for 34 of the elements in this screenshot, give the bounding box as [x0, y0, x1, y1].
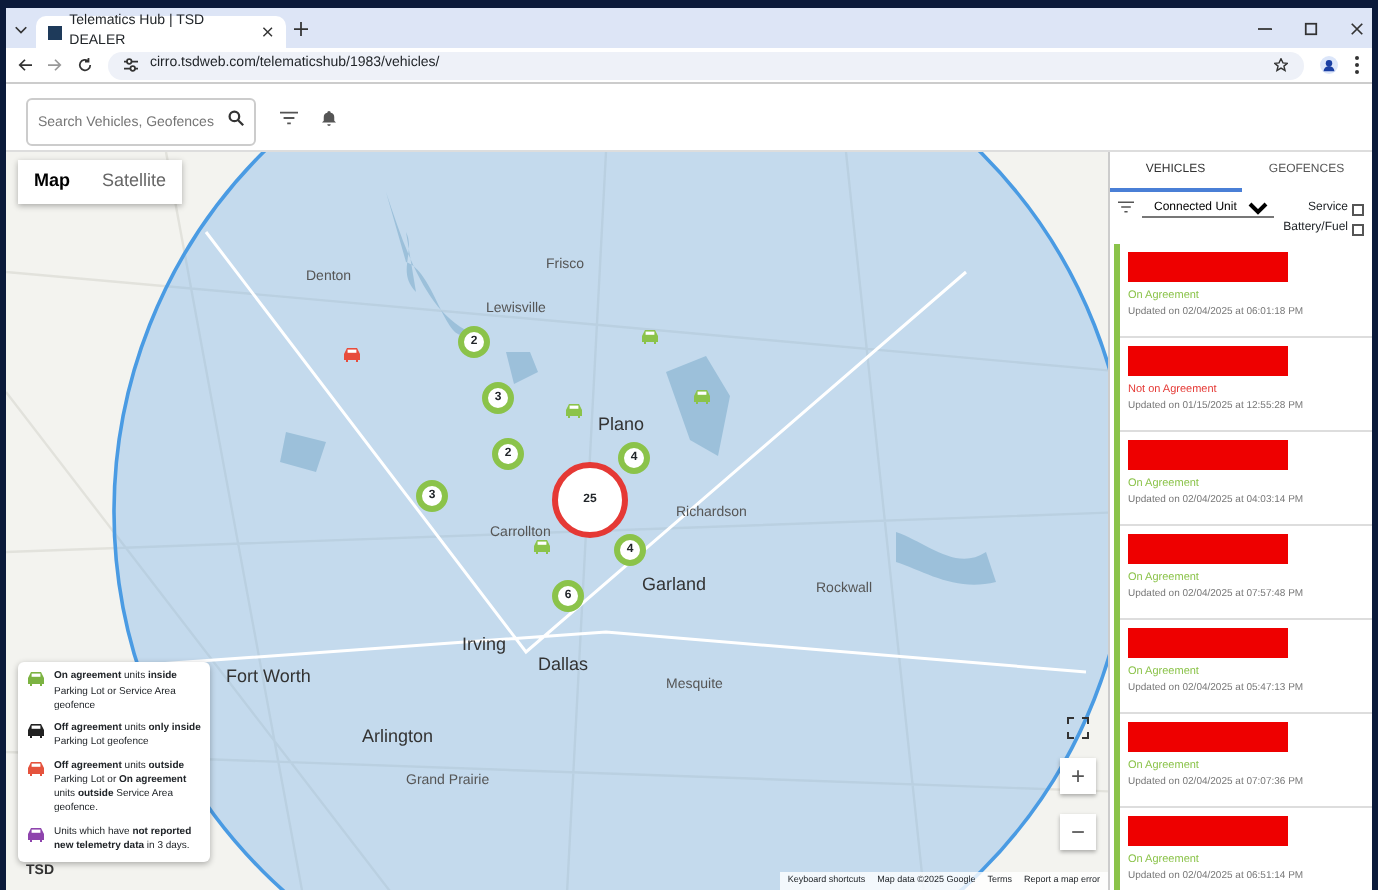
close-icon[interactable] — [1350, 21, 1364, 35]
new-tab-icon[interactable] — [294, 21, 308, 35]
place-label: Fort Worth — [226, 664, 311, 690]
star-icon[interactable] — [1274, 58, 1288, 72]
tab-list-icon[interactable] — [14, 21, 28, 35]
more-icon[interactable] — [1354, 56, 1360, 74]
vehicle-marker-icon[interactable] — [692, 387, 712, 404]
back-icon[interactable] — [18, 58, 32, 72]
place-label: Garland — [642, 572, 707, 598]
checkbox[interactable] — [1352, 203, 1364, 215]
fullscreen-icon[interactable] — [1066, 716, 1090, 740]
place-label: Dallas — [538, 652, 589, 678]
place-label: Irving — [462, 632, 507, 658]
map-type-tab[interactable]: Map — [18, 160, 86, 203]
reload-icon[interactable] — [78, 58, 92, 72]
close-tab-icon[interactable] — [262, 26, 274, 38]
checkbox[interactable] — [1352, 223, 1364, 235]
filter-icon[interactable] — [1118, 200, 1134, 214]
vehicle-marker-icon[interactable] — [640, 327, 660, 344]
zoom-in-button[interactable]: + — [1060, 758, 1096, 794]
vehicle-marker-icon[interactable] — [342, 345, 362, 362]
zoom-out-button[interactable]: − — [1060, 814, 1096, 850]
filter-icon[interactable] — [280, 109, 298, 125]
search-icon[interactable] — [228, 109, 244, 125]
profile-icon[interactable] — [1320, 56, 1338, 74]
forward-icon[interactable] — [48, 58, 62, 72]
bell-icon[interactable] — [322, 109, 336, 125]
vehicle-marker-icon[interactable] — [532, 537, 552, 554]
maximize-icon[interactable] — [1304, 21, 1318, 35]
favicon-icon — [48, 25, 62, 39]
place-label: Plano — [598, 412, 645, 438]
map-type-tab[interactable]: Satellite — [86, 160, 183, 203]
place-label: Arlington — [362, 724, 434, 750]
vehicle-marker-icon[interactable] — [564, 401, 584, 418]
